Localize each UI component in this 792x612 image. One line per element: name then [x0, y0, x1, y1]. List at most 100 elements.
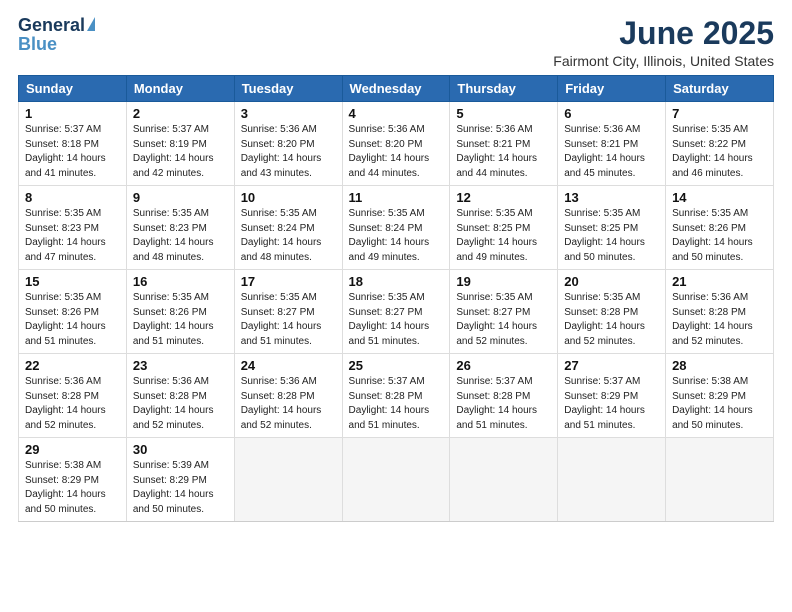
col-saturday: Saturday [666, 76, 774, 102]
daylight-label: Daylight: 14 hours and 51 minutes. [456, 405, 537, 431]
daylight-label: Daylight: 14 hours and 44 minutes. [456, 153, 537, 179]
table-row: 10 Sunrise: 5:35 AM Sunset: 8:24 PM Dayl… [234, 186, 342, 270]
day-info: Sunrise: 5:37 AM Sunset: 8:29 PM Dayligh… [564, 375, 659, 433]
sunrise-label: Sunrise: 5:36 AM [25, 376, 101, 387]
day-number: 18 [349, 274, 444, 289]
daylight-label: Daylight: 14 hours and 46 minutes. [672, 153, 753, 179]
sunset-label: Sunset: 8:23 PM [133, 223, 207, 234]
daylight-label: Daylight: 14 hours and 41 minutes. [25, 153, 106, 179]
sunset-label: Sunset: 8:26 PM [25, 307, 99, 318]
table-row: 13 Sunrise: 5:35 AM Sunset: 8:25 PM Dayl… [558, 186, 666, 270]
sunrise-label: Sunrise: 5:35 AM [241, 208, 317, 219]
day-info: Sunrise: 5:37 AM Sunset: 8:28 PM Dayligh… [349, 375, 444, 433]
sunset-label: Sunset: 8:20 PM [241, 139, 315, 150]
sunrise-label: Sunrise: 5:38 AM [672, 376, 748, 387]
daylight-label: Daylight: 14 hours and 51 minutes. [241, 321, 322, 347]
logo-triangle-icon [87, 17, 95, 31]
day-info: Sunrise: 5:36 AM Sunset: 8:21 PM Dayligh… [564, 123, 659, 181]
day-info: Sunrise: 5:36 AM Sunset: 8:28 PM Dayligh… [241, 375, 336, 433]
table-row: 29 Sunrise: 5:38 AM Sunset: 8:29 PM Dayl… [19, 438, 127, 522]
sunset-label: Sunset: 8:22 PM [672, 139, 746, 150]
sunrise-label: Sunrise: 5:35 AM [456, 208, 532, 219]
col-wednesday: Wednesday [342, 76, 450, 102]
calendar-table: Sunday Monday Tuesday Wednesday Thursday… [18, 75, 774, 522]
table-row: 15 Sunrise: 5:35 AM Sunset: 8:26 PM Dayl… [19, 270, 127, 354]
daylight-label: Daylight: 14 hours and 51 minutes. [349, 321, 430, 347]
table-row: 4 Sunrise: 5:36 AM Sunset: 8:20 PM Dayli… [342, 102, 450, 186]
table-row: 3 Sunrise: 5:36 AM Sunset: 8:20 PM Dayli… [234, 102, 342, 186]
table-row: 5 Sunrise: 5:36 AM Sunset: 8:21 PM Dayli… [450, 102, 558, 186]
sunrise-label: Sunrise: 5:36 AM [133, 376, 209, 387]
day-number: 8 [25, 190, 120, 205]
daylight-label: Daylight: 14 hours and 47 minutes. [25, 237, 106, 263]
sunset-label: Sunset: 8:28 PM [241, 391, 315, 402]
day-info: Sunrise: 5:37 AM Sunset: 8:19 PM Dayligh… [133, 123, 228, 181]
sunset-label: Sunset: 8:26 PM [133, 307, 207, 318]
logo-blue: Blue [18, 34, 57, 55]
table-row: 17 Sunrise: 5:35 AM Sunset: 8:27 PM Dayl… [234, 270, 342, 354]
day-number: 5 [456, 106, 551, 121]
sunrise-label: Sunrise: 5:35 AM [672, 208, 748, 219]
sunrise-label: Sunrise: 5:35 AM [564, 292, 640, 303]
day-info: Sunrise: 5:38 AM Sunset: 8:29 PM Dayligh… [25, 459, 120, 517]
sunset-label: Sunset: 8:28 PM [456, 391, 530, 402]
sunrise-label: Sunrise: 5:35 AM [349, 292, 425, 303]
table-row: 18 Sunrise: 5:35 AM Sunset: 8:27 PM Dayl… [342, 270, 450, 354]
day-number: 24 [241, 358, 336, 373]
sunset-label: Sunset: 8:23 PM [25, 223, 99, 234]
col-monday: Monday [126, 76, 234, 102]
sunrise-label: Sunrise: 5:39 AM [133, 460, 209, 471]
sunrise-label: Sunrise: 5:37 AM [25, 124, 101, 135]
table-row: 30 Sunrise: 5:39 AM Sunset: 8:29 PM Dayl… [126, 438, 234, 522]
sunrise-label: Sunrise: 5:36 AM [241, 376, 317, 387]
sunrise-label: Sunrise: 5:35 AM [133, 292, 209, 303]
sunrise-label: Sunrise: 5:35 AM [349, 208, 425, 219]
sunrise-label: Sunrise: 5:37 AM [564, 376, 640, 387]
table-row: 14 Sunrise: 5:35 AM Sunset: 8:26 PM Dayl… [666, 186, 774, 270]
day-info: Sunrise: 5:36 AM Sunset: 8:20 PM Dayligh… [241, 123, 336, 181]
day-number: 23 [133, 358, 228, 373]
sunset-label: Sunset: 8:27 PM [349, 307, 423, 318]
day-info: Sunrise: 5:35 AM Sunset: 8:23 PM Dayligh… [25, 207, 120, 265]
sunset-label: Sunset: 8:29 PM [564, 391, 638, 402]
table-row: 28 Sunrise: 5:38 AM Sunset: 8:29 PM Dayl… [666, 354, 774, 438]
day-info: Sunrise: 5:35 AM Sunset: 8:24 PM Dayligh… [349, 207, 444, 265]
day-number: 7 [672, 106, 767, 121]
day-number: 12 [456, 190, 551, 205]
col-friday: Friday [558, 76, 666, 102]
sunset-label: Sunset: 8:21 PM [456, 139, 530, 150]
day-number: 14 [672, 190, 767, 205]
day-info: Sunrise: 5:39 AM Sunset: 8:29 PM Dayligh… [133, 459, 228, 517]
day-number: 26 [456, 358, 551, 373]
daylight-label: Daylight: 14 hours and 44 minutes. [349, 153, 430, 179]
sunset-label: Sunset: 8:27 PM [456, 307, 530, 318]
daylight-label: Daylight: 14 hours and 51 minutes. [349, 405, 430, 431]
day-info: Sunrise: 5:35 AM Sunset: 8:24 PM Dayligh… [241, 207, 336, 265]
table-row: 7 Sunrise: 5:35 AM Sunset: 8:22 PM Dayli… [666, 102, 774, 186]
table-row: 19 Sunrise: 5:35 AM Sunset: 8:27 PM Dayl… [450, 270, 558, 354]
page-subtitle: Fairmont City, Illinois, United States [553, 53, 774, 69]
daylight-label: Daylight: 14 hours and 52 minutes. [133, 405, 214, 431]
daylight-label: Daylight: 14 hours and 49 minutes. [349, 237, 430, 263]
daylight-label: Daylight: 14 hours and 50 minutes. [672, 405, 753, 431]
calendar-week-row: 15 Sunrise: 5:35 AM Sunset: 8:26 PM Dayl… [19, 270, 774, 354]
daylight-label: Daylight: 14 hours and 50 minutes. [672, 237, 753, 263]
day-info: Sunrise: 5:36 AM Sunset: 8:21 PM Dayligh… [456, 123, 551, 181]
daylight-label: Daylight: 14 hours and 52 minutes. [564, 321, 645, 347]
table-row: 9 Sunrise: 5:35 AM Sunset: 8:23 PM Dayli… [126, 186, 234, 270]
table-row [666, 438, 774, 522]
col-thursday: Thursday [450, 76, 558, 102]
sunrise-label: Sunrise: 5:35 AM [564, 208, 640, 219]
table-row: 22 Sunrise: 5:36 AM Sunset: 8:28 PM Dayl… [19, 354, 127, 438]
day-info: Sunrise: 5:35 AM Sunset: 8:25 PM Dayligh… [564, 207, 659, 265]
sunset-label: Sunset: 8:29 PM [133, 475, 207, 486]
daylight-label: Daylight: 14 hours and 42 minutes. [133, 153, 214, 179]
daylight-label: Daylight: 14 hours and 51 minutes. [25, 321, 106, 347]
day-info: Sunrise: 5:35 AM Sunset: 8:27 PM Dayligh… [241, 291, 336, 349]
sunset-label: Sunset: 8:27 PM [241, 307, 315, 318]
day-info: Sunrise: 5:35 AM Sunset: 8:27 PM Dayligh… [456, 291, 551, 349]
calendar-week-row: 1 Sunrise: 5:37 AM Sunset: 8:18 PM Dayli… [19, 102, 774, 186]
page: General Blue June 2025 Fairmont City, Il… [0, 0, 792, 612]
table-row [450, 438, 558, 522]
daylight-label: Daylight: 14 hours and 43 minutes. [241, 153, 322, 179]
